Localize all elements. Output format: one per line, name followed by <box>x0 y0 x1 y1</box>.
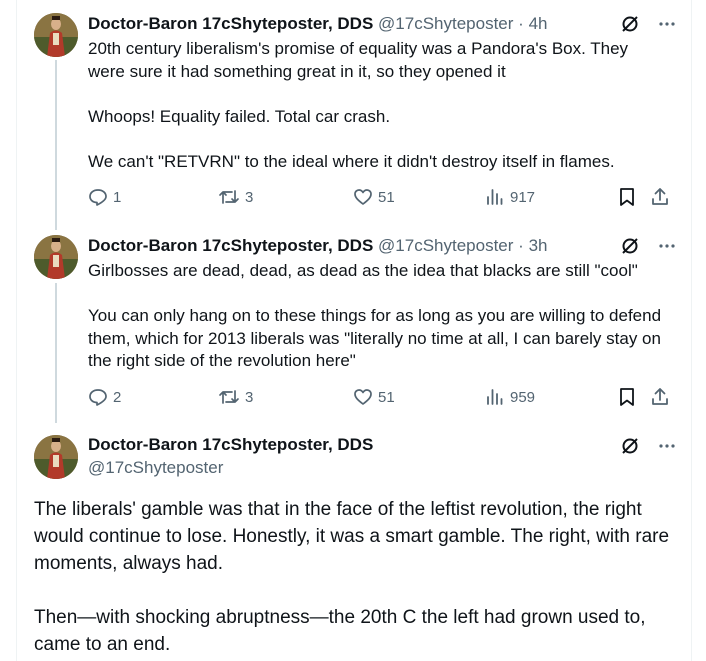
tweet-paragraph: You can only hang on to these things for… <box>88 306 662 370</box>
reply-count: 1 <box>113 188 122 206</box>
views-button[interactable]: 917 <box>485 187 535 207</box>
separator: · <box>518 14 524 33</box>
grok-icon[interactable] <box>620 236 640 261</box>
views-icon <box>487 189 503 205</box>
repost-count: 3 <box>245 188 254 206</box>
like-count: 51 <box>378 388 395 406</box>
tweet-actions: 2 3 51 959 <box>88 387 673 409</box>
avatar[interactable] <box>34 235 78 279</box>
tweet-top-icons <box>620 236 676 261</box>
repost-icon <box>219 190 239 204</box>
tweet-header: Doctor-Baron 17cShyteposter, DDS @17cShy… <box>88 13 547 35</box>
views-icon <box>487 389 503 405</box>
tweet-text: The liberals' gamble was that in the fac… <box>34 496 684 658</box>
display-name[interactable]: Doctor-Baron 17cShyteposter, DDS <box>88 14 373 33</box>
reply-count: 2 <box>113 388 122 406</box>
display-name[interactable]: Doctor-Baron 17cShyteposter, DDS <box>88 236 373 255</box>
like-icon <box>354 389 372 405</box>
tweet-paragraph: Whoops! Equality failed. Total car crash… <box>88 106 391 126</box>
tweet-paragraph: 20th century liberalism's promise of equ… <box>88 39 629 81</box>
more-icon[interactable] <box>658 14 676 39</box>
more-icon[interactable] <box>658 236 676 261</box>
views-count: 959 <box>510 388 536 406</box>
bookmark-button[interactable] <box>618 187 636 207</box>
user-handle[interactable]: @17cShyteposter <box>88 458 223 478</box>
share-button[interactable] <box>650 187 670 207</box>
more-icon[interactable] <box>658 436 676 461</box>
user-handle[interactable]: @17cShyteposter <box>378 14 513 33</box>
tweet-paragraph: We can't "RETVRN" to the ideal where it … <box>88 151 615 171</box>
avatar[interactable] <box>34 435 78 479</box>
grok-icon[interactable] <box>620 436 640 461</box>
tweet-actions: 1 3 51 917 <box>88 187 673 209</box>
tweet-paragraph: Girlbosses are dead, dead, as dead as th… <box>88 261 638 280</box>
avatar[interactable] <box>34 13 78 57</box>
like-button[interactable]: 51 <box>353 387 395 407</box>
tweet-text: Girlbosses are dead, dead, as dead as th… <box>88 260 678 373</box>
thread-line <box>55 283 57 423</box>
repost-icon <box>219 390 239 404</box>
like-button[interactable]: 51 <box>353 187 395 207</box>
reply-button[interactable]: 1 <box>88 187 121 207</box>
thread-line <box>55 60 57 230</box>
bookmark-button[interactable] <box>618 387 636 407</box>
tweet-text: 20th century liberalism's promise of equ… <box>88 38 668 173</box>
display-name[interactable]: Doctor-Baron 17cShyteposter, DDS <box>88 435 373 455</box>
reply-icon <box>89 389 107 406</box>
like-icon <box>354 189 372 205</box>
reply-button[interactable]: 2 <box>88 387 121 407</box>
bookmark-icon <box>620 388 634 406</box>
timestamp[interactable]: 3h <box>529 236 548 255</box>
tweet-paragraph: Then—with shocking abruptness—the 20th C… <box>34 607 646 655</box>
tweet-top-icons <box>620 436 676 461</box>
repost-count: 3 <box>245 388 254 406</box>
grok-icon[interactable] <box>620 14 640 39</box>
separator: · <box>518 236 524 255</box>
share-icon <box>652 188 668 205</box>
bookmark-icon <box>620 188 634 206</box>
share-icon <box>652 388 668 405</box>
tweet-paragraph: The liberals' gamble was that in the fac… <box>34 499 670 574</box>
repost-button[interactable]: 3 <box>218 387 253 407</box>
timestamp[interactable]: 4h <box>529 14 548 33</box>
user-handle[interactable]: @17cShyteposter <box>378 236 513 255</box>
tweet-top-icons <box>620 14 676 39</box>
like-count: 51 <box>378 188 395 206</box>
share-button[interactable] <box>650 387 670 407</box>
reply-icon <box>89 189 107 206</box>
repost-button[interactable]: 3 <box>218 187 253 207</box>
tweet-header: Doctor-Baron 17cShyteposter, DDS @17cShy… <box>88 235 547 257</box>
views-button[interactable]: 959 <box>485 387 535 407</box>
views-count: 917 <box>510 188 536 206</box>
